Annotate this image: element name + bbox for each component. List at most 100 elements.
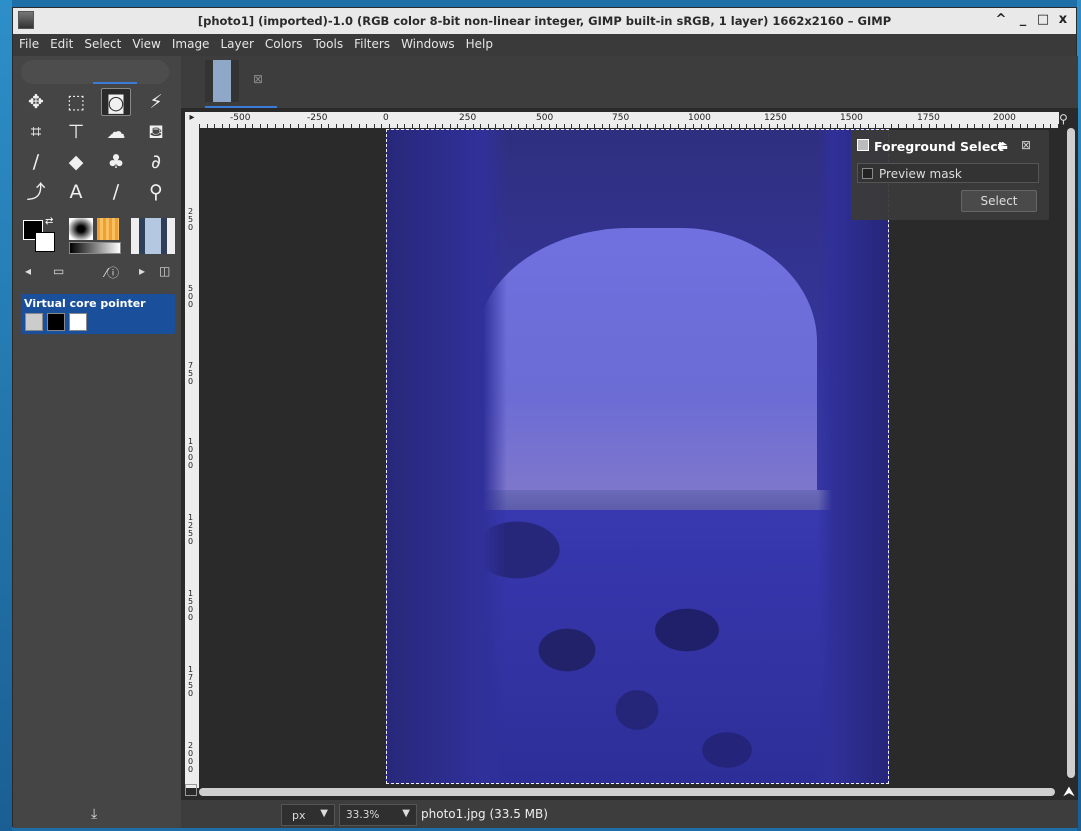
- quick-mask-menu-button[interactable]: ▸: [185, 112, 199, 128]
- move-tool[interactable]: ✥: [21, 88, 51, 116]
- close-button[interactable]: x: [1055, 12, 1071, 27]
- fuzzy-select-tool[interactable]: ⚡: [141, 88, 171, 116]
- ruler-tick: [434, 124, 436, 128]
- ruler-tick: [275, 124, 276, 128]
- horizontal-scrollbar[interactable]: [199, 788, 1055, 796]
- foreground-select-dialog: Foreground Select ⏏ ⊠ Preview mask Selec…: [851, 130, 1049, 220]
- ruler-tick: [404, 124, 406, 128]
- zoom-selector[interactable]: 33.3% ▼: [339, 804, 417, 826]
- chevron-down-icon: ▼: [320, 808, 328, 819]
- background-color-swatch[interactable]: [35, 232, 55, 252]
- ruler-tick: [411, 124, 413, 128]
- menu-file[interactable]: File: [13, 34, 44, 51]
- transform-tool[interactable]: ⊤: [61, 118, 91, 146]
- ruler-label: 0: [383, 113, 389, 123]
- foreground-select-tool[interactable]: ◙: [101, 88, 131, 116]
- close-tab-icon[interactable]: ⊠: [253, 72, 263, 86]
- unit-selector[interactable]: px ▼: [281, 804, 335, 826]
- quick-mask-toggle[interactable]: [185, 784, 197, 796]
- shade-button[interactable]: ^: [993, 12, 1009, 27]
- menu-tools[interactable]: Tools: [308, 34, 349, 51]
- device-bg-swatch: [69, 313, 87, 331]
- swap-colors-icon[interactable]: ⇄: [45, 216, 53, 227]
- ruler-tick: [487, 124, 489, 128]
- select-button[interactable]: Select: [961, 190, 1037, 212]
- ruler-tick: [541, 124, 542, 128]
- minimize-button[interactable]: _: [1015, 12, 1031, 27]
- save-device-status-icon[interactable]: ⤓: [91, 806, 97, 822]
- paths-tool[interactable]: ⤴: [21, 178, 51, 206]
- ruler-label: 1750: [188, 665, 194, 698]
- ruler-label: 250: [459, 113, 477, 123]
- ruler-tick: [784, 124, 786, 128]
- eraser-tool[interactable]: ◆: [61, 148, 91, 176]
- rect-select-tool[interactable]: ⬚: [61, 88, 91, 116]
- horizontal-ruler[interactable]: -500 -250 0 250 500 750 1000 1250 1500 1750 2000: [199, 112, 1059, 128]
- ruler-tick: [199, 124, 200, 128]
- ruler-tick: [746, 124, 748, 128]
- menu-select[interactable]: Select: [78, 34, 126, 51]
- preview-mask-toggle[interactable]: Preview mask: [857, 163, 1039, 183]
- dock-menu-icon[interactable]: ◫: [159, 264, 170, 278]
- maximize-button[interactable]: □: [1035, 12, 1051, 27]
- zoom-value: 33.3%: [346, 809, 380, 821]
- menu-windows[interactable]: Windows: [395, 34, 460, 51]
- ruler-tick: [867, 124, 869, 128]
- image-tab-photo1[interactable]: ⊠: [205, 58, 277, 108]
- menu-image[interactable]: Image: [166, 34, 215, 51]
- tab-scroll-right-icon[interactable]: ▸: [139, 264, 145, 278]
- ruler-tick: [556, 124, 558, 128]
- ruler-tick: [639, 124, 641, 128]
- device-status-tab-icon[interactable]: ⁄ⓘ: [105, 264, 119, 281]
- menu-filters[interactable]: Filters: [348, 34, 395, 51]
- gradient-preview[interactable]: [69, 242, 121, 254]
- ruler-tick: [883, 124, 884, 128]
- ruler-tick: [563, 124, 565, 128]
- zoom-image-icon[interactable]: ⚲: [1059, 112, 1068, 126]
- wilber-drop-area: [21, 60, 169, 84]
- menu-help[interactable]: Help: [460, 34, 498, 51]
- preview-mask-checkbox[interactable]: [862, 168, 873, 179]
- dialog-title: Foreground Select: [874, 139, 1004, 154]
- menu-layer[interactable]: Layer: [214, 34, 258, 51]
- navigate-icon[interactable]: ⮝: [1063, 784, 1075, 800]
- color-area: ⇄: [21, 214, 181, 254]
- smudge-tool[interactable]: ∂: [141, 148, 171, 176]
- title-bar[interactable]: [photo1] (imported)-1.0 (RGB color 8-bit…: [13, 8, 1076, 34]
- gimp-window: [photo1] (imported)-1.0 (RGB color 8-bit…: [12, 7, 1078, 828]
- pattern-preview[interactable]: [97, 218, 119, 240]
- menu-edit[interactable]: Edit: [44, 34, 78, 51]
- ruler-tick: [959, 124, 960, 128]
- zoom-tool[interactable]: ⚲: [141, 178, 171, 206]
- paintbrush-tool[interactable]: ∕: [21, 148, 51, 176]
- crop-tool[interactable]: ⌗: [21, 118, 51, 146]
- ruler-tick: [875, 124, 877, 128]
- bucket-fill-tool[interactable]: ⛾: [141, 118, 171, 146]
- vertical-ruler[interactable]: 250 500 750 1000 1250 1500 1750 2000: [185, 128, 199, 788]
- menu-view[interactable]: View: [126, 34, 165, 51]
- vertical-scrollbar[interactable]: [1067, 128, 1075, 778]
- active-image-thumbnail[interactable]: [131, 218, 175, 254]
- ruler-tick: [343, 124, 345, 128]
- ruler-tick: [533, 124, 535, 128]
- ruler-tick: [700, 124, 702, 128]
- tool-options-tab-icon[interactable]: ▭: [53, 264, 64, 278]
- close-dialog-icon[interactable]: ⊠: [1021, 138, 1031, 152]
- ruler-tick: [852, 124, 854, 128]
- ruler-tick: [510, 124, 512, 128]
- color-picker-tool[interactable]: ∕: [101, 178, 131, 206]
- image-canvas[interactable]: [386, 129, 889, 784]
- tab-scroll-left-icon[interactable]: ◂: [25, 264, 31, 278]
- menu-colors[interactable]: Colors: [259, 34, 308, 51]
- ruler-tick: [442, 124, 444, 128]
- detach-dialog-icon[interactable]: ⏏: [997, 138, 1008, 152]
- ruler-tick: [601, 124, 603, 128]
- clone-tool[interactable]: ♣: [101, 148, 131, 176]
- warp-tool[interactable]: ☁: [101, 118, 131, 146]
- ruler-tick: [1027, 124, 1029, 128]
- ruler-tick: [221, 124, 223, 128]
- brush-preview[interactable]: [69, 218, 93, 240]
- image-tab-thumbnail: [205, 60, 239, 102]
- ruler-tick: [693, 124, 694, 128]
- text-tool[interactable]: A: [61, 178, 91, 206]
